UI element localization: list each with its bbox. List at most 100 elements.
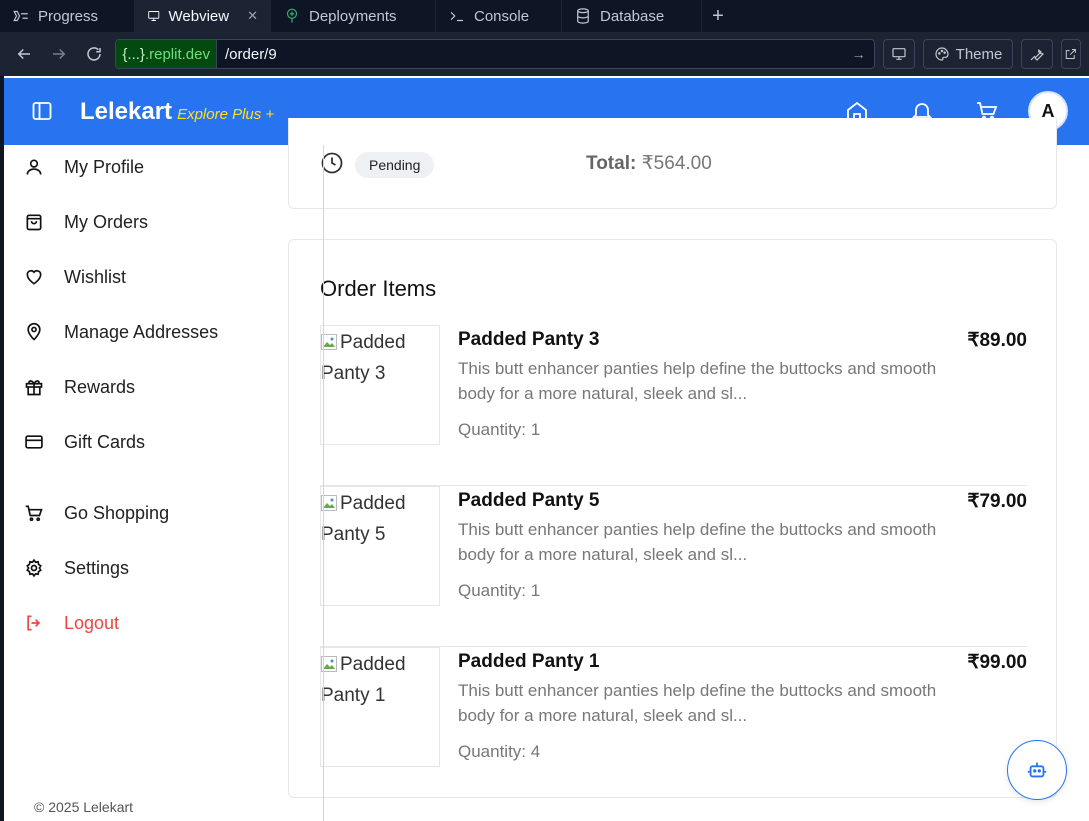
device-button[interactable]: [882, 39, 915, 69]
database-icon: [577, 8, 589, 24]
product-image[interactable]: Padded Panty 1: [320, 647, 440, 767]
ide-tab-bar: Progress Webview ✕ Deployments Console D…: [0, 0, 1089, 32]
sidebar-item-label: Gift Cards: [64, 431, 146, 452]
order-item: Padded Panty 3 Padded Panty 3 This butt …: [320, 325, 1027, 486]
open-external-button[interactable]: [1061, 39, 1081, 69]
credit-card-icon: [25, 435, 43, 449]
tab-database[interactable]: Database: [562, 0, 702, 32]
status-badge: Pending: [355, 152, 435, 178]
devtools-button[interactable]: [1021, 39, 1054, 69]
product-quantity: Quantity: 1: [458, 420, 541, 439]
sidebar-item-wishlist[interactable]: Wishlist: [24, 262, 126, 292]
progress-icon: [13, 10, 28, 22]
sidebar-item-label: Wishlist: [64, 266, 126, 287]
heart-icon: [26, 269, 42, 285]
tab-label: Console: [474, 7, 530, 25]
domain-suffix: .replit.dev: [144, 45, 210, 63]
sidebar-item-my-profile[interactable]: My Profile: [24, 152, 144, 182]
theme-label: Theme: [955, 45, 1003, 63]
account-sidebar: My Profile My Orders Wishlist Manage Add…: [4, 145, 274, 821]
user-icon: [26, 159, 42, 175]
copyright-text: © 2025 Lelekart: [34, 799, 134, 815]
bot-icon: [1027, 762, 1047, 778]
tab-webview[interactable]: Webview ✕: [135, 0, 271, 32]
tab-label: Webview: [168, 7, 230, 25]
add-tab-button[interactable]: +: [702, 0, 734, 32]
tab-console[interactable]: Console: [436, 0, 562, 32]
sidebar-item-label: Rewards: [64, 376, 136, 397]
sidebar-item-manage-addresses[interactable]: Manage Addresses: [24, 317, 218, 347]
palette-icon: [935, 47, 949, 61]
order-items-heading: Order Items: [320, 276, 437, 301]
tab-label: Database: [600, 7, 665, 25]
product-name[interactable]: Padded Panty 1: [458, 651, 600, 673]
product-description: This butt enhancer panties help define t…: [458, 520, 937, 564]
deploy-icon: [286, 8, 298, 23]
webview-url-bar: {...} .replit.dev /order/9 → Theme: [0, 32, 1089, 76]
domain-prefix: {...}: [122, 45, 145, 63]
back-button[interactable]: [8, 38, 39, 70]
close-icon[interactable]: ✕: [247, 8, 258, 24]
sidebar-item-settings[interactable]: Settings: [24, 553, 129, 583]
product-price: ₹99.00: [967, 652, 1027, 673]
tab-label: Deployments: [309, 7, 397, 25]
terminal-icon: [450, 11, 463, 22]
sidebar-item-gift-cards[interactable]: Gift Cards: [24, 427, 145, 457]
sidebar-item-label: Logout: [64, 612, 120, 633]
logout-icon: [27, 615, 41, 631]
product-description: This butt enhancer panties help define t…: [458, 359, 937, 403]
webview-app: Lelekart Explore Plus + A My Profile My …: [4, 78, 1089, 821]
chatbot-button[interactable]: [1007, 740, 1067, 800]
sidebar-item-go-shopping[interactable]: Go Shopping: [24, 498, 169, 528]
tab-label: Progress: [38, 7, 99, 25]
total-value: ₹564.00: [641, 153, 712, 174]
gift-icon: [25, 380, 43, 396]
theme-button[interactable]: Theme: [922, 39, 1014, 69]
sidebar-item-label: My Profile: [64, 156, 145, 177]
sidebar-item-label: Go Shopping: [64, 502, 170, 523]
product-description: This butt enhancer panties help define t…: [458, 681, 937, 725]
sidebar-item-my-orders[interactable]: My Orders: [24, 207, 148, 237]
arrow-left-icon: [17, 48, 30, 60]
sidebar-item-label: Manage Addresses: [64, 321, 219, 342]
forward-button[interactable]: [43, 38, 74, 70]
brand-name: Lelekart: [80, 98, 173, 125]
sidebar-item-label: My Orders: [64, 211, 149, 232]
product-image[interactable]: Padded Panty 3: [320, 325, 440, 445]
order-item: Padded Panty 1 Padded Panty 1 This butt …: [320, 647, 1027, 808]
product-name[interactable]: Padded Panty 5: [458, 490, 600, 512]
url-domain: {...} .replit.dev: [116, 40, 217, 68]
go-arrow-icon[interactable]: →: [852, 46, 874, 62]
tab-deployments[interactable]: Deployments: [271, 0, 436, 32]
monitor-icon: [148, 11, 160, 21]
url-path: /order/9: [225, 45, 277, 63]
url-input[interactable]: {...} .replit.dev /order/9 →: [115, 39, 875, 69]
arrow-right-icon: [52, 48, 66, 60]
shopping-bag-icon: [26, 214, 42, 231]
product-name[interactable]: Padded Panty 3: [458, 329, 600, 351]
product-price: ₹89.00: [967, 330, 1027, 351]
product-quantity: Quantity: 1: [458, 581, 541, 600]
brand-tagline: Explore Plus +: [177, 106, 275, 123]
sidebar-item-logout[interactable]: Logout: [24, 608, 119, 638]
total-label: Total:: [586, 153, 637, 174]
product-image[interactable]: Padded Panty 5: [320, 486, 440, 606]
order-total: Total: ₹564.00: [586, 152, 712, 175]
sidebar-item-label: Settings: [64, 557, 130, 578]
brand-logo[interactable]: Lelekart Explore Plus +: [80, 98, 274, 126]
reload-icon: [87, 47, 101, 61]
tab-progress[interactable]: Progress: [0, 0, 135, 32]
product-price: ₹79.00: [967, 491, 1027, 512]
order-item: Padded Panty 5 Padded Panty 5 This butt …: [320, 486, 1027, 647]
external-link-icon: [1066, 48, 1077, 60]
gear-icon: [26, 558, 42, 578]
order-items-card: Order Items Padded Panty 3 Padded Panty …: [288, 239, 1057, 798]
reload-button[interactable]: [78, 38, 109, 70]
layout-guide-line: [323, 145, 324, 821]
sidebar-toggle-icon[interactable]: [30, 99, 54, 123]
wrench-icon: [1030, 49, 1045, 61]
product-quantity: Quantity: 4: [458, 742, 541, 761]
sidebar-item-rewards[interactable]: Rewards: [24, 372, 135, 402]
cart-icon: [25, 505, 43, 522]
monitor-icon: [892, 48, 906, 60]
